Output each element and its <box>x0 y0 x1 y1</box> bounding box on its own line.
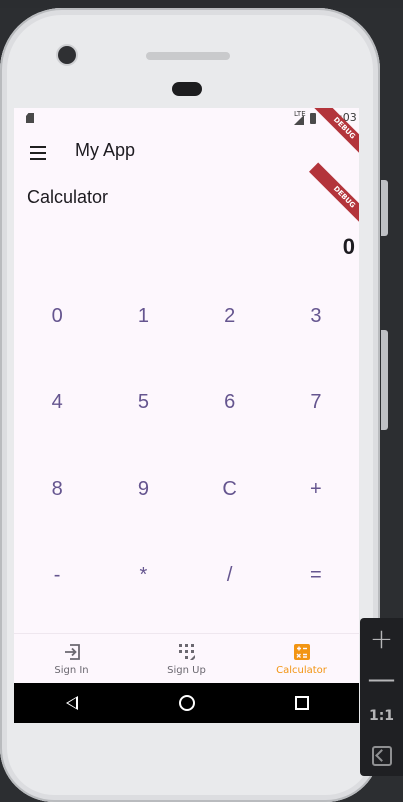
menu-icon[interactable] <box>30 146 46 160</box>
nav-item-sign-up[interactable]: Sign Up <box>129 634 244 683</box>
key-multiply[interactable]: * <box>100 533 186 620</box>
page-title: Calculator <box>27 187 109 207</box>
key-divide[interactable]: / <box>187 533 273 620</box>
key-1[interactable]: 1 <box>100 273 186 360</box>
key-plus[interactable]: + <box>273 446 359 533</box>
back-icon <box>65 696 78 710</box>
key-5[interactable]: 5 <box>100 360 186 447</box>
nav-label-calculator: Calculator <box>276 665 327 676</box>
recents-icon <box>294 696 309 710</box>
power-button <box>381 330 388 430</box>
calculator-icon <box>293 644 310 660</box>
system-back-button[interactable] <box>14 683 129 723</box>
front-camera <box>58 46 76 64</box>
keypad-icon <box>178 644 195 660</box>
login-icon <box>64 644 80 660</box>
phone-screen: LTE 5:03 My App DEBUG DEBUG Calculator 0… <box>14 108 359 723</box>
system-recents-button[interactable] <box>244 683 359 723</box>
key-minus[interactable]: - <box>14 533 100 620</box>
key-6[interactable]: 6 <box>187 360 273 447</box>
nav-item-sign-in[interactable]: Sign In <box>14 634 129 683</box>
key-equals[interactable]: = <box>273 533 359 620</box>
app-bar: My App <box>14 128 359 176</box>
nav-label-sign-in: Sign In <box>54 665 89 676</box>
key-9[interactable]: 9 <box>100 446 186 533</box>
sensor-pill <box>172 82 202 96</box>
phone-frame: LTE 5:03 My App DEBUG DEBUG Calculator 0… <box>0 8 380 802</box>
app-title: My App <box>75 140 136 160</box>
actual-size-button[interactable]: 1:1 <box>360 698 403 734</box>
sd-card-icon <box>26 113 34 123</box>
key-4[interactable]: 4 <box>14 360 100 447</box>
bottom-navigation: Sign In Sign Up Calculator <box>14 633 359 683</box>
emulator-zoom-panel: + — 1:1 <box>360 618 403 776</box>
android-system-nav <box>14 683 359 723</box>
status-bar: LTE 5:03 <box>14 108 359 128</box>
key-0[interactable]: 0 <box>14 273 100 360</box>
calculator-keypad: 0 1 2 3 4 5 6 7 8 9 C + - * / = <box>14 273 359 619</box>
fit-screen-button[interactable] <box>360 738 403 774</box>
zoom-out-button[interactable]: — <box>360 660 403 696</box>
calculator-display: 0 <box>342 234 355 259</box>
nav-label-sign-up: Sign Up <box>167 665 206 676</box>
window-top-strip <box>0 0 403 8</box>
key-3[interactable]: 3 <box>273 273 359 360</box>
zoom-in-button[interactable]: + <box>360 620 403 656</box>
key-2[interactable]: 2 <box>187 273 273 360</box>
key-8[interactable]: 8 <box>14 446 100 533</box>
system-home-button[interactable] <box>129 683 244 723</box>
key-clear[interactable]: C <box>187 446 273 533</box>
volume-button <box>381 180 388 236</box>
nav-item-calculator[interactable]: Calculator <box>244 634 359 683</box>
earpiece-speaker <box>146 52 230 60</box>
battery-icon <box>310 113 316 124</box>
home-icon <box>178 695 195 711</box>
key-7[interactable]: 7 <box>273 360 359 447</box>
fit-screen-icon <box>371 746 392 766</box>
